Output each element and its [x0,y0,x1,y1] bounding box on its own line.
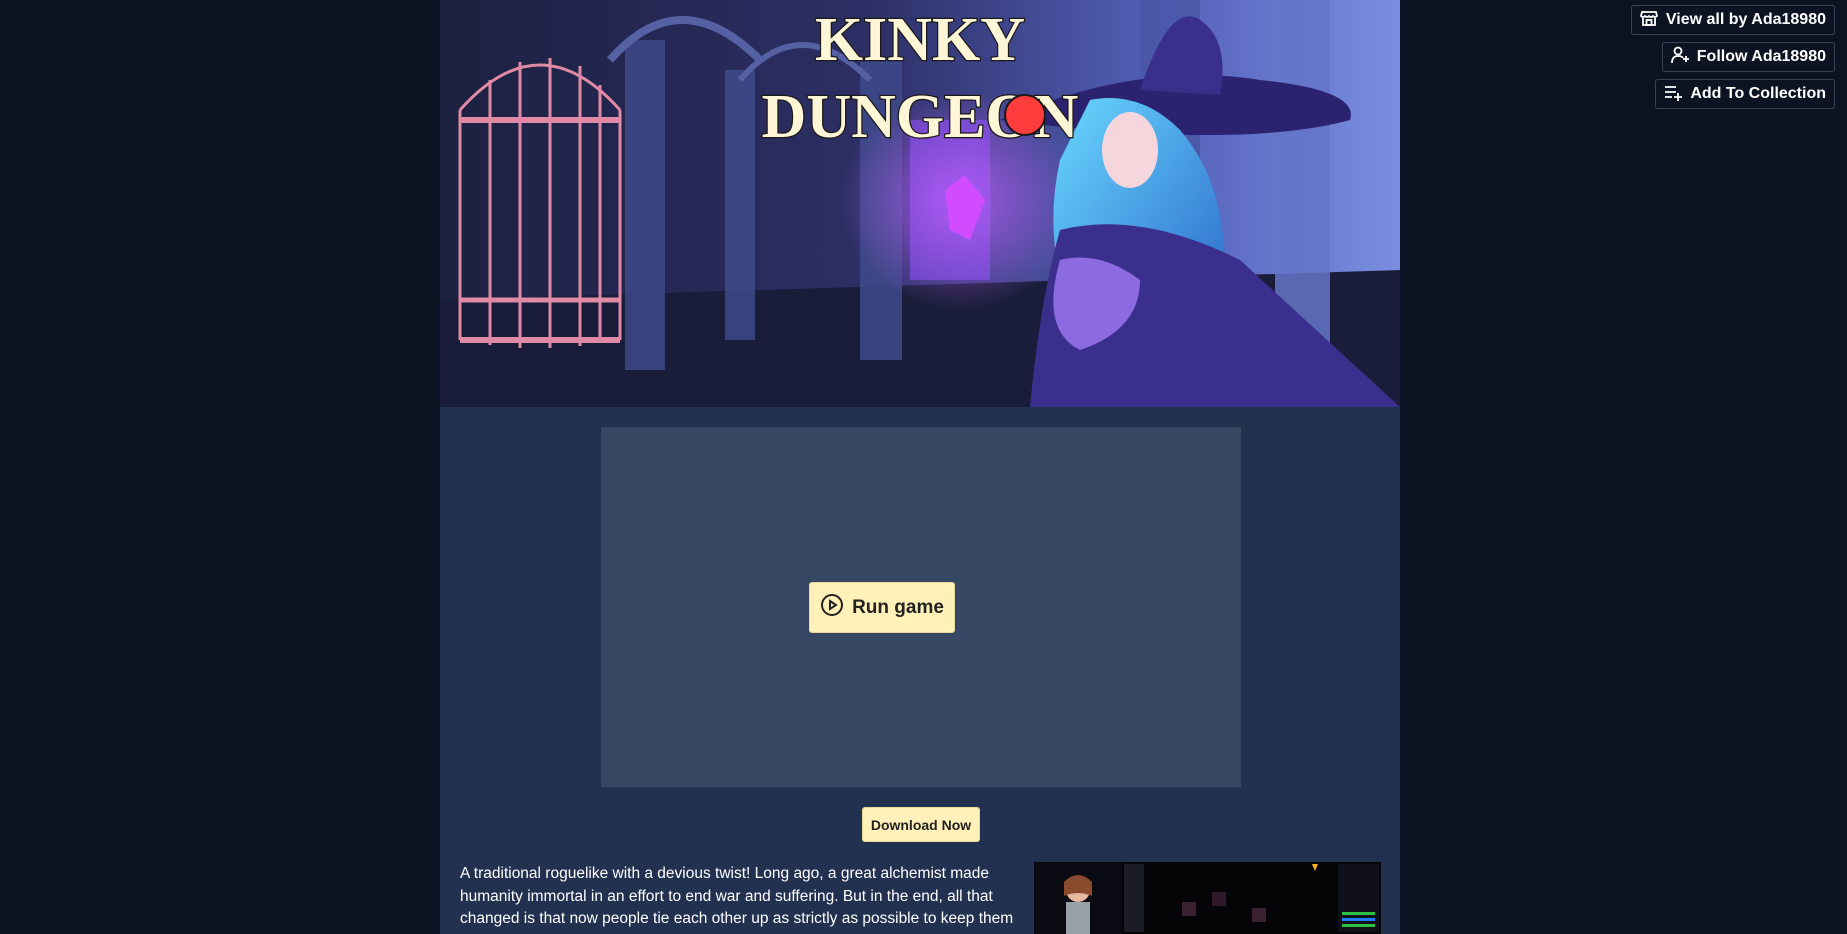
view-all-button[interactable]: View all by Ada18980 [1630,5,1835,35]
run-game-button[interactable]: Run game [809,582,955,633]
playlist-add-icon [1663,82,1683,107]
game-description: A traditional roguelike with a devious t… [460,863,1020,931]
run-game-label: Run game [852,596,944,618]
follow-label: Follow Ada18980 [1696,48,1826,65]
game-embed-frame: Run game [601,427,1241,787]
download-now-button[interactable]: Download Now [862,807,980,842]
view-all-label: View all by Ada18980 [1665,11,1826,28]
screenshot-thumbnail[interactable] [1122,862,1381,934]
user-plus-icon [1670,45,1690,70]
description-text: A traditional roguelike with a devious t… [460,865,1014,927]
collection-label: Add To Collection [1690,85,1826,102]
header-banner: KINKY DUNGEON [440,0,1400,407]
add-to-collection-button[interactable]: Add To Collection [1655,79,1835,109]
game-page-column: KINKY DUNGEON Run game Download Now A tr… [440,0,1400,934]
follow-button[interactable]: Follow Ada18980 [1661,42,1835,72]
user-tools: View all by Ada18980 Follow Ada18980 Add… [1630,5,1835,109]
screenshot-gallery [1034,862,1381,934]
banner-title-line1: KINKY [815,6,1025,74]
store-icon [1639,8,1659,33]
play-circle-icon [820,593,844,623]
screenshot-thumbnail[interactable] [1034,862,1122,934]
